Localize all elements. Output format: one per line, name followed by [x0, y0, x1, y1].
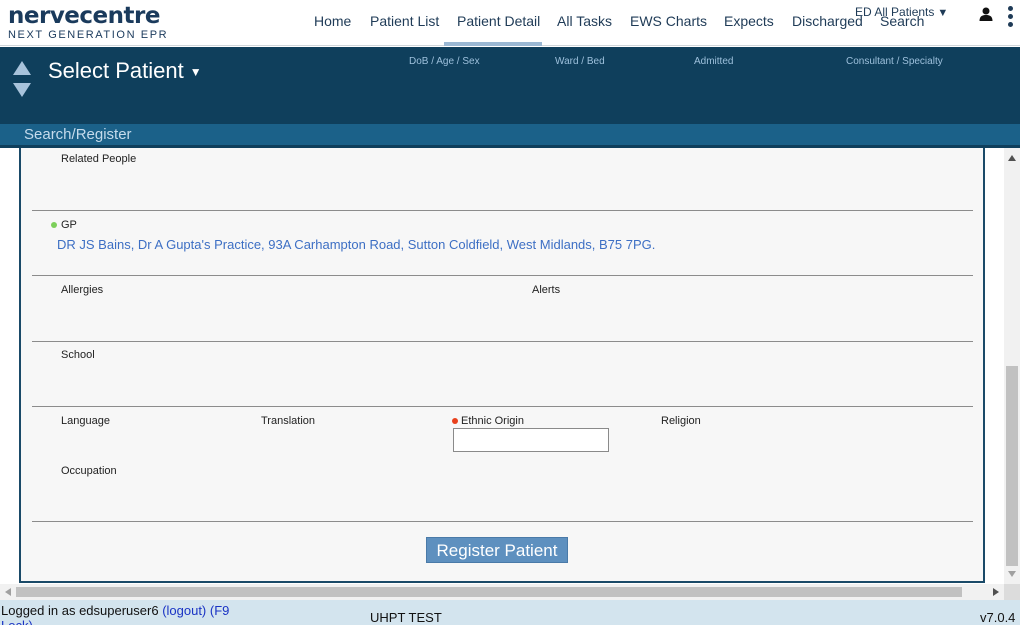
ethnic-origin-label: Ethnic Origin	[461, 415, 524, 427]
logo-tagline: NEXT GENERATION EPR	[8, 29, 169, 41]
required-field-dot-icon	[452, 418, 458, 424]
scroll-down-arrow-icon[interactable]	[1008, 571, 1016, 577]
scrollbar-corner	[1004, 584, 1020, 600]
nav-discharged[interactable]: Discharged	[792, 13, 863, 29]
kebab-menu-icon[interactable]	[1006, 6, 1014, 34]
select-patient-dropdown[interactable]: Select Patient ▼	[48, 58, 202, 84]
logo-wordmark: nervecentre	[8, 3, 160, 29]
select-patient-label: Select Patient	[48, 58, 184, 83]
nav-expects[interactable]: Expects	[724, 13, 774, 29]
alerts-label: Alerts	[532, 284, 561, 296]
scroll-up-arrow-icon[interactable]	[1008, 155, 1016, 161]
version-label: v7.0.4	[980, 610, 1016, 625]
caret-down-icon: ▼	[189, 65, 202, 80]
search-register-link[interactable]: Search/Register	[24, 126, 132, 143]
register-patient-button[interactable]: Register Patient	[426, 537, 568, 563]
logged-in-text: Logged in as edsuperuser6	[1, 603, 159, 618]
patient-registration-form: Related People GP DR JS Bains, Dr A Gupt…	[19, 148, 985, 583]
environment-name: UHPT TEST	[370, 610, 442, 625]
patient-list-selector-label: ED All Patients	[855, 5, 935, 19]
user-icon[interactable]	[978, 6, 994, 22]
gp-details-link[interactable]: DR JS Bains, Dr A Gupta's Practice, 93A …	[57, 237, 655, 252]
status-footer: Logged in as edsuperuser6 (logout) (F9 L…	[0, 600, 1020, 625]
vertical-scroll-thumb[interactable]	[1006, 366, 1018, 566]
nervecentre-logo[interactable]: nervecentre NEXT GENERATION EPR	[8, 4, 168, 41]
nav-patient-detail[interactable]: Patient Detail	[457, 13, 540, 29]
ethnic-origin-input[interactable]	[453, 428, 609, 452]
gp-status-dot-icon	[51, 222, 57, 228]
nav-ews-charts[interactable]: EWS Charts	[630, 13, 707, 29]
section-divider	[32, 521, 973, 522]
nav-patient-list[interactable]: Patient List	[370, 13, 439, 29]
login-status: Logged in as edsuperuser6 (logout) (F9 L…	[1, 603, 251, 625]
horizontal-scrollbar[interactable]	[0, 584, 1004, 600]
occupation-label: Occupation	[61, 465, 117, 477]
caret-down-icon: ▼	[937, 7, 949, 19]
scroll-right-arrow-icon[interactable]	[993, 588, 999, 596]
scroll-left-arrow-icon[interactable]	[5, 588, 11, 596]
horizontal-scroll-thumb[interactable]	[16, 587, 962, 597]
related-people-label: Related People	[61, 153, 137, 165]
header-consultant-specialty: Consultant / Specialty	[846, 56, 943, 67]
header-dob-age-sex: DoB / Age / Sex	[409, 56, 480, 67]
active-tab-indicator	[444, 42, 542, 46]
patient-header: Select Patient ▼ DoB / Age / Sex Ward / B…	[0, 47, 1020, 124]
language-label: Language	[61, 415, 110, 427]
previous-patient-arrow-icon[interactable]	[13, 61, 31, 75]
next-patient-arrow-icon[interactable]	[13, 83, 31, 97]
gp-label: GP	[61, 219, 77, 231]
patient-list-selector[interactable]: ED All Patients ▼	[855, 5, 948, 19]
header-admitted: Admitted	[694, 56, 734, 67]
school-label: School	[61, 349, 95, 361]
section-divider	[32, 275, 973, 276]
nav-home[interactable]: Home	[314, 13, 351, 29]
top-navigation: nervecentre NEXT GENERATION EPR Home Pat…	[0, 0, 1020, 46]
allergies-label: Allergies	[61, 284, 104, 296]
logout-link[interactable]: (logout)	[162, 603, 206, 618]
section-divider	[32, 341, 973, 342]
section-divider	[32, 210, 973, 211]
translation-label: Translation	[261, 415, 316, 427]
religion-label: Religion	[661, 415, 701, 427]
header-ward-bed: Ward / Bed	[555, 56, 605, 67]
nav-all-tasks[interactable]: All Tasks	[557, 13, 612, 29]
section-divider	[32, 406, 973, 407]
vertical-scrollbar[interactable]	[1004, 148, 1020, 584]
